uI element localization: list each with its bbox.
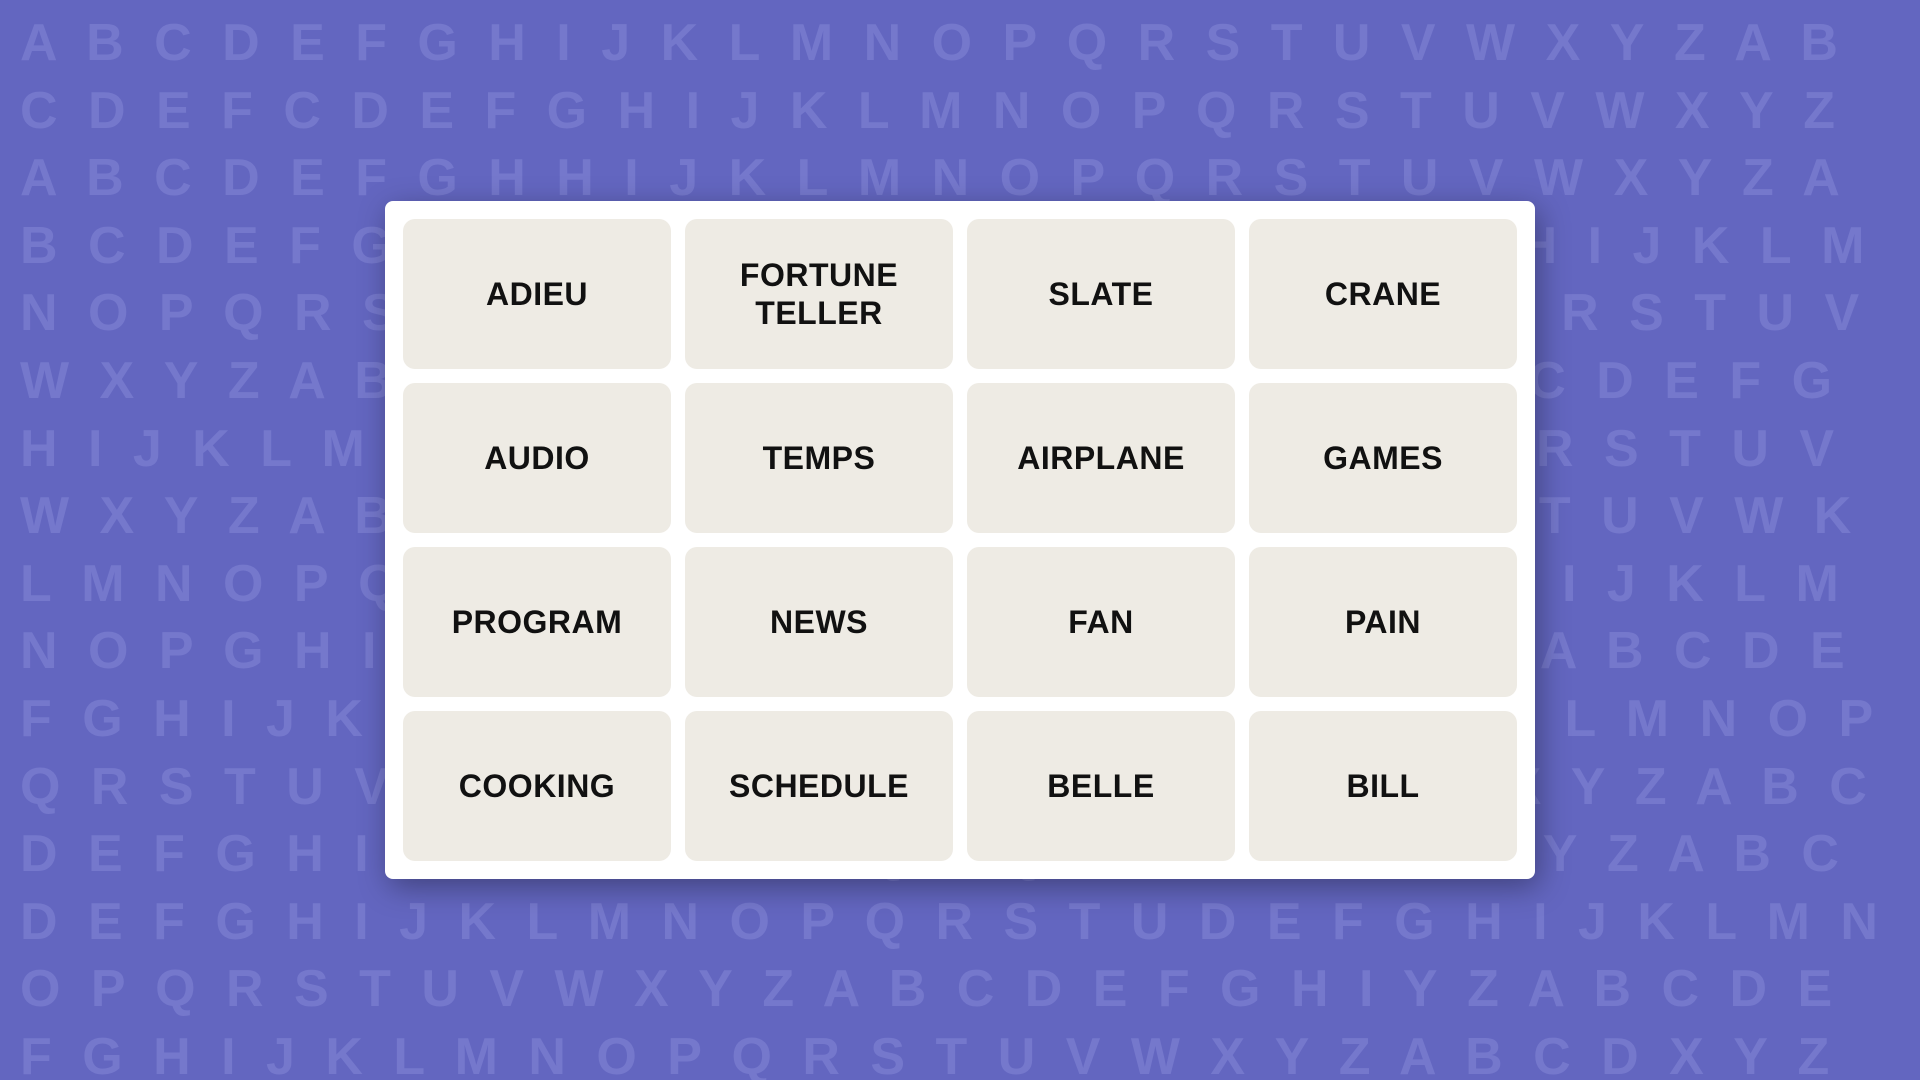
word-label: SLATE bbox=[1048, 275, 1153, 313]
word-label: FORTUNE TELLER bbox=[705, 256, 933, 333]
word-label: PAIN bbox=[1345, 603, 1421, 641]
word-card-airplane[interactable]: AIRPLANE bbox=[967, 383, 1235, 533]
word-label: NEWS bbox=[770, 603, 868, 641]
word-label: ADIEU bbox=[486, 275, 588, 313]
word-card-games[interactable]: GAMES bbox=[1249, 383, 1517, 533]
word-label: BELLE bbox=[1047, 767, 1154, 805]
word-grid: ADIEU FORTUNE TELLER SLATE CRANE AUDIO TEMPS A… bbox=[403, 219, 1517, 861]
word-card-pain[interactable]: PAIN bbox=[1249, 547, 1517, 697]
word-card-temps[interactable]: TEMPS bbox=[685, 383, 953, 533]
word-label: BILL bbox=[1346, 767, 1419, 805]
word-card-fortune-teller[interactable]: FORTUNE TELLER bbox=[685, 219, 953, 369]
word-card-crane[interactable]: CRANE bbox=[1249, 219, 1517, 369]
word-card-slate[interactable]: SLATE bbox=[967, 219, 1235, 369]
word-card-bill[interactable]: BILL bbox=[1249, 711, 1517, 861]
word-card-adieu[interactable]: ADIEU bbox=[403, 219, 671, 369]
word-label: AIRPLANE bbox=[1017, 439, 1185, 477]
word-card-news[interactable]: NEWS bbox=[685, 547, 953, 697]
word-label: COOKING bbox=[459, 767, 615, 805]
word-label: SCHEDULE bbox=[729, 767, 909, 805]
word-card-program[interactable]: PROGRAM bbox=[403, 547, 671, 697]
word-card-schedule[interactable]: SCHEDULE bbox=[685, 711, 953, 861]
word-card-belle[interactable]: BELLE bbox=[967, 711, 1235, 861]
word-card-cooking[interactable]: COOKING bbox=[403, 711, 671, 861]
word-label: FAN bbox=[1068, 603, 1134, 641]
word-label: GAMES bbox=[1323, 439, 1443, 477]
word-grid-container: ADIEU FORTUNE TELLER SLATE CRANE AUDIO TEMPS A… bbox=[385, 201, 1535, 879]
word-card-fan[interactable]: FAN bbox=[967, 547, 1235, 697]
word-label: CRANE bbox=[1325, 275, 1441, 313]
word-label: TEMPS bbox=[763, 439, 876, 477]
word-label: AUDIO bbox=[484, 439, 590, 477]
word-card-audio[interactable]: AUDIO bbox=[403, 383, 671, 533]
word-label: PROGRAM bbox=[452, 603, 623, 641]
